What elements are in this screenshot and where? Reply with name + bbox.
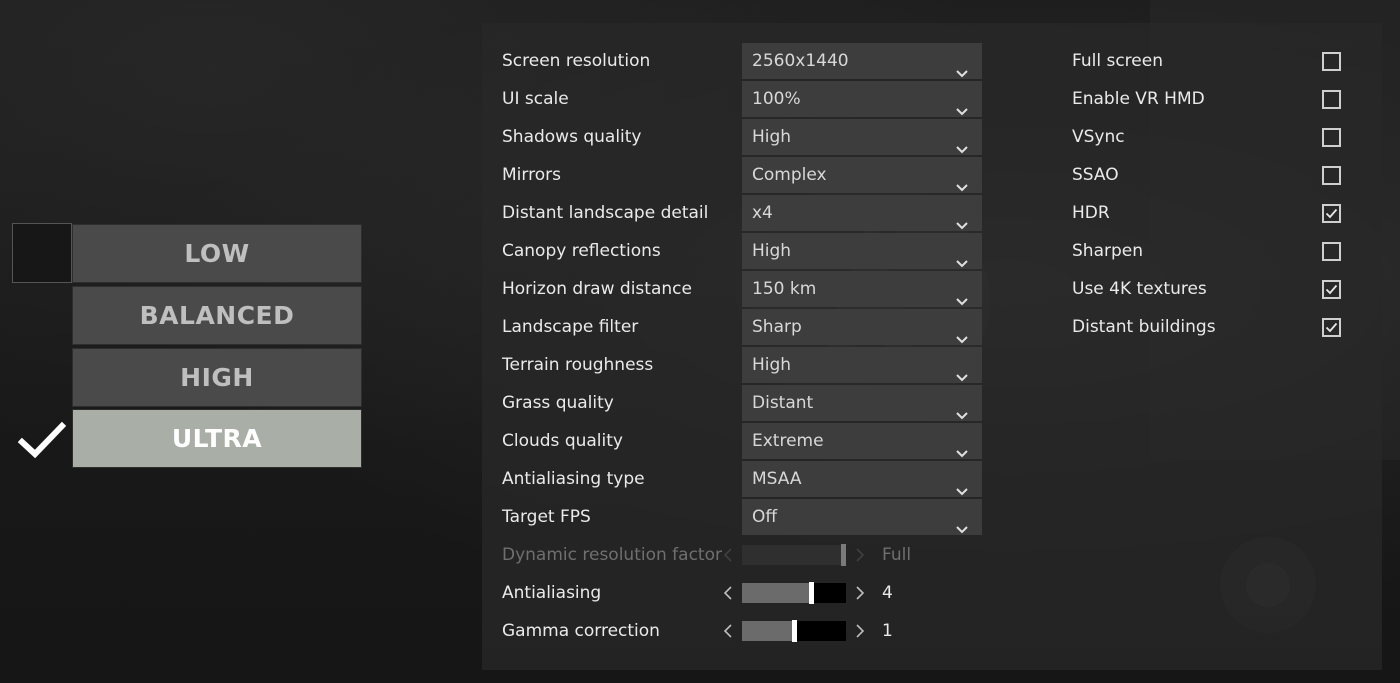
chevron-down-icon xyxy=(956,360,968,382)
screen-resolution-label: Screen resolution xyxy=(502,51,651,71)
gamma-correction-slider[interactable] xyxy=(742,620,846,642)
antialiasing-type-value: MSAA xyxy=(752,469,802,489)
use-4k-textures-checkbox[interactable] xyxy=(1322,280,1341,299)
hdr-checkbox[interactable] xyxy=(1322,204,1341,223)
preset-button-balanced[interactable]: BALANCED xyxy=(72,286,362,345)
dynamic-resolution-factor-slider xyxy=(742,544,846,566)
horizon-draw-distance-value: 150 km xyxy=(752,279,817,299)
clouds-quality-value: Extreme xyxy=(752,431,824,451)
canopy-reflections-label: Canopy reflections xyxy=(502,241,661,261)
chevron-down-icon xyxy=(956,170,968,192)
chevron-down-icon xyxy=(956,322,968,344)
chevron-down-icon xyxy=(956,398,968,420)
chevron-down-icon xyxy=(956,474,968,496)
slider-thumb[interactable] xyxy=(809,582,814,604)
grass-quality-label: Grass quality xyxy=(502,393,614,413)
enable-vr-hmd-label: Enable VR HMD xyxy=(1072,89,1205,109)
chevron-left-icon[interactable] xyxy=(723,586,733,600)
landscape-filter-dropdown[interactable]: Sharp xyxy=(742,309,982,345)
chevron-down-icon xyxy=(956,246,968,268)
horizon-draw-distance-dropdown[interactable]: 150 km xyxy=(742,271,982,307)
chevron-right-icon[interactable] xyxy=(855,586,865,600)
sharpen-checkbox[interactable] xyxy=(1322,242,1341,261)
mirrors-value: Complex xyxy=(752,165,827,185)
preset-button-high[interactable]: HIGH xyxy=(72,348,362,407)
chevron-right-icon xyxy=(855,548,865,562)
dynamic-resolution-factor-label: Dynamic resolution factor xyxy=(502,545,722,565)
sharpen-label: Sharpen xyxy=(1072,241,1143,261)
chevron-left-icon[interactable] xyxy=(723,624,733,638)
chevron-right-icon[interactable] xyxy=(855,624,865,638)
preset-button-ultra[interactable]: ULTRA xyxy=(72,409,362,468)
antialiasing-type-dropdown[interactable]: MSAA xyxy=(742,461,982,497)
use-4k-textures-label: Use 4K textures xyxy=(1072,279,1207,299)
mirrors-label: Mirrors xyxy=(502,165,561,185)
canopy-reflections-dropdown[interactable]: High xyxy=(742,233,982,269)
chevron-down-icon xyxy=(956,56,968,78)
preset-indicator-box xyxy=(12,223,72,283)
ssao-checkbox[interactable] xyxy=(1322,166,1341,185)
ui-scale-label: UI scale xyxy=(502,89,569,109)
preset-button-low[interactable]: LOW xyxy=(72,224,362,283)
gamma-correction-label: Gamma correction xyxy=(502,621,660,641)
chevron-down-icon xyxy=(956,512,968,534)
grass-quality-value: Distant xyxy=(752,393,814,413)
shadows-quality-value: High xyxy=(752,127,792,147)
checkmark-icon xyxy=(1325,284,1338,295)
checkmark-icon xyxy=(18,421,66,459)
grass-quality-dropdown[interactable]: Distant xyxy=(742,385,982,421)
antialiasing-value: 4 xyxy=(882,583,893,603)
checkmark-icon xyxy=(1325,322,1338,333)
canopy-reflections-value: High xyxy=(752,241,792,261)
clouds-quality-dropdown[interactable]: Extreme xyxy=(742,423,982,459)
chevron-down-icon xyxy=(956,132,968,154)
landscape-filter-value: Sharp xyxy=(752,317,802,337)
ssao-label: SSAO xyxy=(1072,165,1119,185)
distant-landscape-detail-value: x4 xyxy=(752,203,773,223)
slider-thumb[interactable] xyxy=(792,620,797,642)
slider-fill xyxy=(742,583,811,603)
shadows-quality-label: Shadows quality xyxy=(502,127,642,147)
distant-buildings-checkbox[interactable] xyxy=(1322,318,1341,337)
distant-landscape-detail-dropdown[interactable]: x4 xyxy=(742,195,982,231)
horizon-draw-distance-label: Horizon draw distance xyxy=(502,279,692,299)
chevron-down-icon xyxy=(956,436,968,458)
gamma-correction-value: 1 xyxy=(882,621,893,641)
hdr-label: HDR xyxy=(1072,203,1110,223)
vsync-checkbox[interactable] xyxy=(1322,128,1341,147)
antialiasing-type-label: Antialiasing type xyxy=(502,469,645,489)
chevron-down-icon xyxy=(956,208,968,230)
antialiasing-label: Antialiasing xyxy=(502,583,602,603)
full-screen-label: Full screen xyxy=(1072,51,1163,71)
slider-thumb xyxy=(841,544,846,566)
chevron-down-icon xyxy=(956,94,968,116)
slider-fill xyxy=(742,545,846,565)
antialiasing-slider[interactable] xyxy=(742,582,846,604)
full-screen-checkbox[interactable] xyxy=(1322,52,1341,71)
slider-fill xyxy=(742,621,794,641)
ui-scale-dropdown[interactable]: 100% xyxy=(742,81,982,117)
mirrors-dropdown[interactable]: Complex xyxy=(742,157,982,193)
terrain-roughness-value: High xyxy=(752,355,792,375)
target-fps-dropdown[interactable]: Off xyxy=(742,499,982,535)
screen-resolution-value: 2560x1440 xyxy=(752,51,849,71)
enable-vr-hmd-checkbox[interactable] xyxy=(1322,90,1341,109)
shadows-quality-dropdown[interactable]: High xyxy=(742,119,982,155)
ui-scale-value: 100% xyxy=(752,89,801,109)
terrain-roughness-label: Terrain roughness xyxy=(502,355,654,375)
clouds-quality-label: Clouds quality xyxy=(502,431,623,451)
chevron-down-icon xyxy=(956,284,968,306)
vsync-label: VSync xyxy=(1072,127,1125,147)
checkmark-icon xyxy=(1325,208,1338,219)
screen-resolution-dropdown[interactable]: 2560x1440 xyxy=(742,43,982,79)
distant-buildings-label: Distant buildings xyxy=(1072,317,1216,337)
terrain-roughness-dropdown[interactable]: High xyxy=(742,347,982,383)
target-fps-value: Off xyxy=(752,507,778,527)
target-fps-label: Target FPS xyxy=(502,507,591,527)
landscape-filter-label: Landscape filter xyxy=(502,317,639,337)
chevron-left-icon xyxy=(723,548,733,562)
dynamic-resolution-factor-value: Full xyxy=(882,545,912,565)
distant-landscape-detail-label: Distant landscape detail xyxy=(502,203,709,223)
